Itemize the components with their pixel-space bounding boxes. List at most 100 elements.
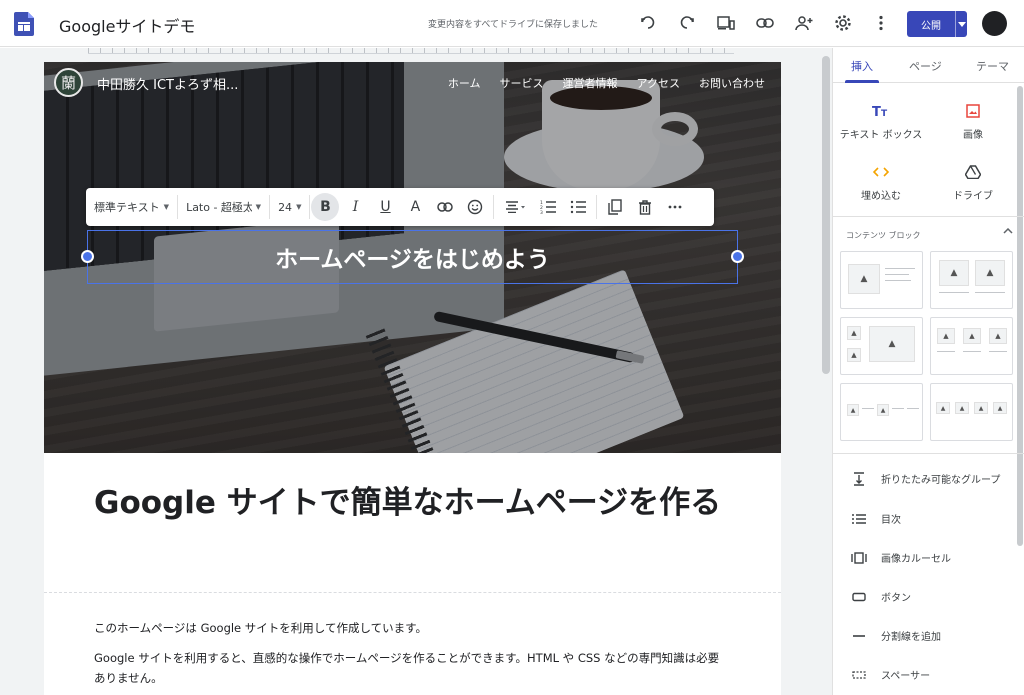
- hero-heading[interactable]: ホームページをはじめよう: [88, 231, 737, 283]
- delete-icon[interactable]: [631, 193, 659, 221]
- duplicate-icon[interactable]: [601, 193, 629, 221]
- content-block-1[interactable]: ▲: [840, 251, 923, 309]
- align-icon[interactable]: [498, 193, 532, 221]
- site-nav: ホーム サービス 運営者情報 アクセス お問い合わせ: [429, 75, 765, 91]
- carousel-icon: [851, 551, 867, 565]
- svg-text:3: 3: [540, 210, 543, 214]
- insert-text-box-button[interactable]: TT テキスト ボックス: [833, 100, 929, 141]
- paragraph-1[interactable]: このホームページは Google サイトを利用して作成しています。: [94, 618, 724, 638]
- content-block-3[interactable]: ▲ ▲ ▲: [840, 317, 923, 375]
- redo-icon[interactable]: [675, 11, 699, 35]
- more-horiz-icon[interactable]: [661, 193, 689, 221]
- divider-item[interactable]: 分割線を追加: [851, 628, 941, 643]
- paragraph-2[interactable]: Google サイトを利用すると、直感的な操作でホームページを作ることができます…: [94, 648, 724, 688]
- publish-label: 公開: [921, 20, 941, 32]
- content-block-5[interactable]: ▲ ▲: [840, 383, 923, 441]
- content-block-6[interactable]: ▲ ▲ ▲ ▲: [930, 383, 1013, 441]
- link-icon[interactable]: [753, 11, 777, 35]
- tab-themes[interactable]: テーマ: [976, 58, 1009, 74]
- block-line: [862, 408, 874, 409]
- drive-icon: [925, 161, 1021, 183]
- page-heading[interactable]: Google サイトで簡単なホームページを作る: [94, 480, 734, 526]
- block-image-icon: ▲: [939, 260, 969, 286]
- block-line: [975, 292, 1005, 293]
- bold-button[interactable]: B: [311, 193, 340, 221]
- button-item[interactable]: ボタン: [851, 589, 911, 604]
- spacer-item[interactable]: スペーサー: [851, 667, 930, 682]
- nav-services[interactable]: サービス: [500, 75, 544, 91]
- block-image-icon: ▲: [993, 402, 1007, 414]
- block-line: [892, 408, 904, 409]
- toolbar-divider: [596, 195, 598, 219]
- chevron-up-icon[interactable]: [1003, 226, 1013, 237]
- resize-handle-right[interactable]: [731, 250, 744, 263]
- site-logo[interactable]: 蘭: [54, 68, 83, 97]
- embed-code-icon: [833, 161, 929, 183]
- resize-handle-left[interactable]: [81, 250, 94, 263]
- tab-insert[interactable]: 挿入: [851, 58, 873, 74]
- nav-home[interactable]: ホーム: [448, 75, 481, 91]
- gear-icon[interactable]: [831, 11, 855, 35]
- block-line: [963, 351, 981, 352]
- text-box-label: テキスト ボックス: [839, 130, 923, 141]
- font-size-value: 24: [278, 200, 293, 214]
- chevron-down-icon: ▼: [255, 203, 262, 211]
- save-status: 変更内容をすべてドライブに保存しました: [428, 20, 599, 30]
- toc-label: 目次: [881, 515, 901, 526]
- nav-access[interactable]: アクセス: [637, 75, 680, 91]
- block-image-icon: ▲: [955, 402, 969, 414]
- font-size-select[interactable]: 24 ▼: [270, 195, 311, 219]
- hero-banner[interactable]: 蘭 中田勝久 ICTよろず相... ホーム サービス 運営者情報 アクセス お問…: [44, 62, 781, 453]
- font-select[interactable]: Lato - 超極太 ▼: [178, 195, 271, 219]
- tab-pages[interactable]: ページ: [909, 58, 942, 74]
- underline-button[interactable]: U: [371, 193, 399, 221]
- content-blocks-title: コンテンツ ブロック: [846, 231, 921, 240]
- toc-item[interactable]: 目次: [851, 511, 901, 526]
- insert-drive-button[interactable]: ドライブ: [925, 161, 1021, 202]
- nav-operator[interactable]: 運営者情報: [563, 75, 618, 91]
- content-block-2[interactable]: ▲ ▲: [930, 251, 1013, 309]
- app-title[interactable]: Googleサイトデモ: [59, 13, 195, 37]
- panel-scrollbar[interactable]: [1017, 86, 1023, 546]
- paragraph-style-select[interactable]: 標準テキスト ▼: [86, 195, 179, 219]
- numbered-list-icon[interactable]: 123: [534, 193, 562, 221]
- ruler: [88, 48, 734, 54]
- more-vert-icon[interactable]: [869, 11, 893, 35]
- canvas-scrollbar[interactable]: [822, 56, 830, 374]
- spacer-label: スペーサー: [881, 671, 931, 682]
- block-line: [885, 268, 915, 269]
- block-image-icon: ▲: [936, 402, 950, 414]
- button-icon: [851, 590, 867, 604]
- embed-label: 埋め込む: [861, 191, 901, 202]
- collapsible-label: 折りたたみ可能なグループ: [881, 475, 1001, 486]
- preview-icon[interactable]: [714, 11, 738, 35]
- site-name[interactable]: 中田勝久 ICTよろず相...: [97, 74, 238, 93]
- active-tab-indicator: [845, 80, 879, 83]
- publish-dropdown-icon[interactable]: [956, 21, 967, 27]
- collapsible-group-item[interactable]: 折りたたみ可能なグループ: [851, 471, 1000, 486]
- italic-button[interactable]: I: [341, 193, 369, 221]
- publish-button[interactable]: 公開: [907, 11, 967, 37]
- nav-contact[interactable]: お問い合わせ: [699, 75, 765, 91]
- insert-image-button[interactable]: 画像: [925, 100, 1021, 141]
- bulleted-list-icon[interactable]: [564, 193, 592, 221]
- selected-text-box[interactable]: ホームページをはじめよう: [81, 230, 744, 284]
- share-person-icon[interactable]: [792, 11, 816, 35]
- avatar[interactable]: [982, 11, 1007, 36]
- sites-doc-icon[interactable]: [14, 12, 34, 36]
- emoji-icon[interactable]: [461, 193, 489, 221]
- panel-divider: [833, 453, 1024, 454]
- block-image-icon: ▲: [847, 404, 859, 416]
- block-image-icon: ▲: [869, 326, 915, 362]
- insert-link-icon[interactable]: [431, 193, 459, 221]
- content-block-4[interactable]: ▲ ▲ ▲: [930, 317, 1013, 375]
- text-color-button[interactable]: A: [401, 193, 429, 221]
- block-line: [989, 351, 1007, 352]
- insert-embed-button[interactable]: 埋め込む: [833, 161, 929, 202]
- spacer-icon: [851, 668, 867, 682]
- undo-icon[interactable]: [636, 11, 660, 35]
- image-carousel-item[interactable]: 画像カルーセル: [851, 550, 951, 565]
- block-image-icon: ▲: [963, 328, 981, 344]
- paragraph-style-value: 標準テキスト: [94, 201, 160, 214]
- block-image-icon: ▲: [974, 402, 988, 414]
